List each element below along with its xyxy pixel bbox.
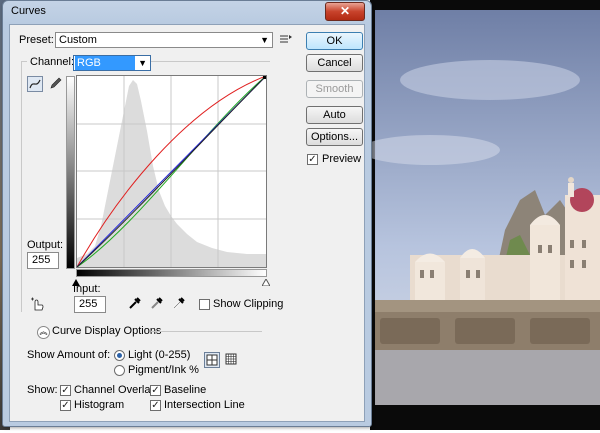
hand-adjust-icon[interactable]: [30, 296, 46, 312]
preview-checkbox[interactable]: ✓: [307, 154, 318, 165]
light-radio-label: Light (0-255): [128, 349, 191, 361]
grid-10-icon[interactable]: [223, 352, 239, 368]
palace-photo: [360, 0, 600, 430]
eyedropper-black-icon[interactable]: [127, 296, 143, 312]
background-photo: [360, 0, 600, 430]
preset-label: Preset:: [19, 34, 54, 46]
options-button[interactable]: Options...: [306, 128, 363, 146]
histogram-checkbox[interactable]: ✓: [60, 400, 71, 411]
intersection-line-checkbox[interactable]: ✓: [150, 400, 161, 411]
show-clipping-checkbox[interactable]: [199, 299, 210, 310]
light-radio[interactable]: [114, 350, 125, 361]
curves-graph[interactable]: [76, 75, 267, 268]
curves-graph-svg: [76, 75, 267, 268]
baseline-label: Baseline: [164, 384, 207, 396]
window-title: Curves: [11, 5, 46, 17]
dialog-body: Preset: Custom ▼ OK Cancel Smooth Auto O…: [9, 24, 365, 422]
show-amount-label: Show Amount of:: [27, 349, 111, 361]
show-label: Show:: [27, 384, 58, 396]
channel-value: RGB: [75, 56, 135, 70]
input-field[interactable]: 255: [74, 296, 106, 313]
auto-button[interactable]: Auto: [306, 106, 363, 124]
channel-label: Channel:: [27, 56, 78, 68]
output-field[interactable]: 255: [27, 252, 59, 269]
input-label: Input:: [73, 283, 101, 295]
preset-value: Custom: [59, 34, 97, 46]
channel-overlays-checkbox[interactable]: ✓: [60, 385, 71, 396]
channel-dropdown[interactable]: RGB ▼: [73, 55, 151, 71]
curve-point-icon[interactable]: [27, 76, 43, 92]
grid-4-icon[interactable]: [204, 352, 220, 368]
preset-dropdown[interactable]: Custom ▼: [55, 32, 273, 48]
pencil-icon[interactable]: [47, 76, 63, 92]
preview-label: Preview: [322, 153, 362, 165]
title-bar[interactable]: Curves ✕: [3, 1, 371, 23]
output-label: Output:: [27, 239, 64, 251]
white-point-slider[interactable]: [261, 277, 271, 289]
eyedropper-white-icon[interactable]: [171, 296, 187, 312]
smooth-button[interactable]: Smooth: [306, 80, 363, 98]
cancel-button[interactable]: Cancel: [306, 54, 363, 72]
chevron-down-icon: ▼: [260, 35, 269, 45]
eyedropper-gray-icon[interactable]: [149, 296, 165, 312]
baseline-checkbox[interactable]: ✓: [150, 385, 161, 396]
collapse-chevron-icon[interactable]: ︽: [37, 326, 50, 339]
input-gradient-bar: [76, 269, 267, 277]
channel-overlays-label: Channel Overlays: [74, 384, 162, 396]
chevron-down-icon: ▼: [138, 58, 147, 68]
intersection-line-label: Intersection Line: [164, 399, 245, 411]
curve-point-top: [263, 75, 267, 79]
divider: [151, 331, 262, 332]
close-button[interactable]: ✕: [325, 2, 365, 21]
pigment-radio-label: Pigment/Ink %: [128, 364, 199, 376]
histogram-label: Histogram: [74, 399, 125, 411]
preset-options-icon[interactable]: [278, 32, 294, 48]
show-clipping-label: Show Clipping: [213, 298, 284, 310]
curve-display-options-label: Curve Display Options: [52, 325, 162, 337]
curves-dialog: Curves ✕ Preset: Custom ▼ OK Cancel Smoo…: [2, 0, 372, 427]
output-gradient-bar: [66, 76, 75, 269]
pigment-radio[interactable]: [114, 365, 125, 376]
ok-button[interactable]: OK: [306, 32, 363, 50]
